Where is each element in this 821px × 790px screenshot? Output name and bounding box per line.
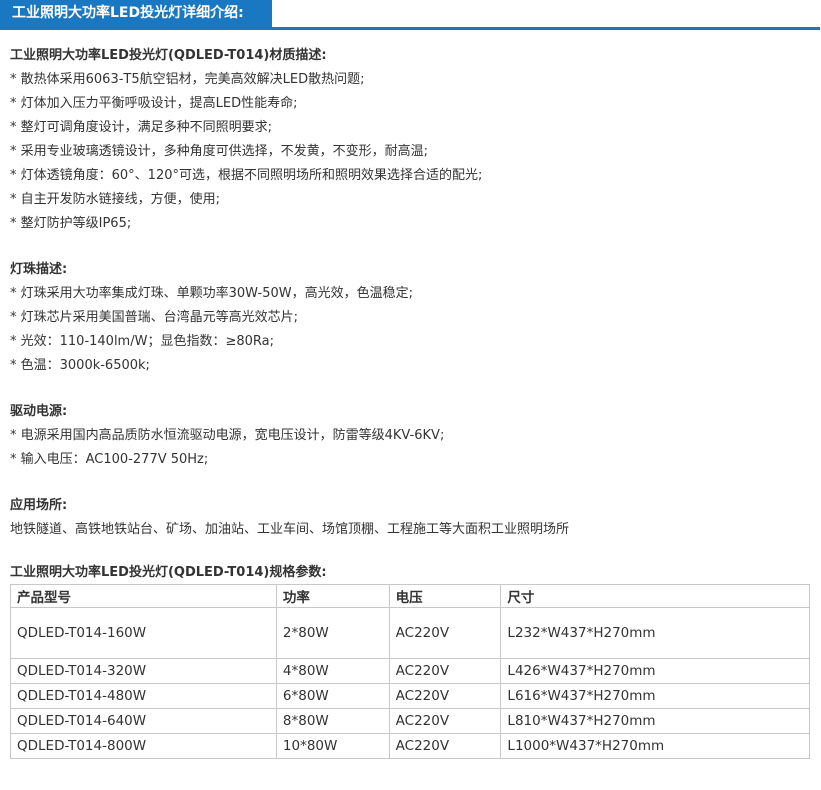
- spec-table: 产品型号 功率 电压 尺寸 QDLED-T014-160W 2*80W AC22…: [10, 584, 810, 759]
- table-header-cell: 功率: [275, 584, 390, 608]
- driver-section: 驱动电源: * 电源采用国内高品质防水恒流驱动电源，宽电压设计，防雷等级4KV-…: [10, 400, 821, 472]
- table-row: QDLED-T014-480W 6*80W AC220V L616*W437*H…: [10, 683, 810, 709]
- led-chip-section-title: 灯珠描述:: [10, 262, 68, 277]
- table-cell: L1000*W437*H270mm: [500, 733, 810, 759]
- table-cell: 10*80W: [275, 733, 390, 759]
- table-cell: QDLED-T014-480W: [10, 683, 277, 709]
- list-item: * 输入电压：AC100-277V 50Hz;: [10, 452, 209, 467]
- detail-content: 工业照明大功率LED投光灯(QDLED-T014)材质描述: * 散热体采用60…: [0, 30, 821, 759]
- list-item: * 灯珠采用大功率集成灯珠、单颗功率30W-50W，高光效，色温稳定;: [10, 286, 413, 301]
- list-item: * 整灯防护等级IP65;: [10, 216, 132, 231]
- list-item: * 灯体加入压力平衡呼吸设计，提高LED性能寿命;: [10, 96, 298, 111]
- application-section: 应用场所: 地铁隧道、高铁地铁站台、矿场、加油站、工业车间、场馆顶棚、工程施工等…: [10, 494, 821, 542]
- table-cell: L232*W437*H270mm: [500, 607, 810, 659]
- table-row: QDLED-T014-640W 8*80W AC220V L810*W437*H…: [10, 708, 810, 734]
- table-cell: L810*W437*H270mm: [500, 708, 810, 734]
- list-item: * 光效：110-140lm/W；显色指数：≥80Ra;: [10, 334, 274, 349]
- list-item: * 灯体透镜角度：60°、120°可选，根据不同照明场所和照明效果选择合适的配光…: [10, 168, 483, 183]
- table-cell: AC220V: [388, 683, 502, 709]
- table-cell: QDLED-T014-320W: [10, 658, 277, 684]
- led-chip-section: 灯珠描述: * 灯珠采用大功率集成灯珠、单颗功率30W-50W，高光效，色温稳定…: [10, 258, 821, 378]
- table-cell: AC220V: [388, 658, 502, 684]
- section-header-bar: 工业照明大功率LED投光灯详细介绍:: [0, 0, 820, 30]
- table-cell: 6*80W: [275, 683, 390, 709]
- table-header-cell: 产品型号: [10, 584, 277, 608]
- table-cell: L426*W437*H270mm: [500, 658, 810, 684]
- table-cell: L616*W437*H270mm: [500, 683, 810, 709]
- material-section-title: 工业照明大功率LED投光灯(QDLED-T014)材质描述:: [10, 48, 327, 63]
- table-row: QDLED-T014-160W 2*80W AC220V L232*W437*H…: [10, 607, 810, 659]
- table-cell: AC220V: [388, 607, 502, 659]
- table-cell: QDLED-T014-640W: [10, 708, 277, 734]
- table-header-cell: 尺寸: [500, 584, 810, 608]
- list-item: * 灯珠芯片采用美国普瑞、台湾晶元等高光效芯片;: [10, 310, 299, 325]
- list-item: * 色温：3000k-6500k;: [10, 358, 150, 373]
- list-item: * 自主开发防水链接线，方便，使用;: [10, 192, 221, 207]
- table-row: QDLED-T014-800W 10*80W AC220V L1000*W437…: [10, 733, 810, 759]
- table-cell: 8*80W: [275, 708, 390, 734]
- list-item: * 散热体采用6063-T5航空铝材，完美高效解决LED散热问题;: [10, 72, 365, 87]
- material-section: 工业照明大功率LED投光灯(QDLED-T014)材质描述: * 散热体采用60…: [10, 44, 821, 236]
- list-item: 地铁隧道、高铁地铁站台、矿场、加油站、工业车间、场馆顶棚、工程施工等大面积工业照…: [10, 522, 570, 537]
- list-item: * 采用专业玻璃透镜设计，多种角度可供选择，不发黄，不变形，耐高温;: [10, 144, 429, 159]
- list-item: * 电源采用国内高品质防水恒流驱动电源，宽电压设计，防雷等级4KV-6KV;: [10, 428, 445, 443]
- spec-section-title: 工业照明大功率LED投光灯(QDLED-T014)规格参数:: [10, 565, 327, 580]
- table-cell: QDLED-T014-160W: [10, 607, 277, 659]
- driver-section-title: 驱动电源:: [10, 404, 68, 419]
- table-cell: AC220V: [388, 708, 502, 734]
- table-cell: AC220V: [388, 733, 502, 759]
- section-header-title: 工业照明大功率LED投光灯详细介绍:: [0, 0, 272, 27]
- table-cell: QDLED-T014-800W: [10, 733, 277, 759]
- table-header-row: 产品型号 功率 电压 尺寸: [10, 584, 810, 608]
- table-cell: 2*80W: [275, 607, 390, 659]
- list-item: * 整灯可调角度设计，满足多种不同照明要求;: [10, 120, 273, 135]
- table-row: QDLED-T014-320W 4*80W AC220V L426*W437*H…: [10, 658, 810, 684]
- table-cell: 4*80W: [275, 658, 390, 684]
- table-header-cell: 电压: [388, 584, 502, 608]
- application-section-title: 应用场所:: [10, 498, 68, 513]
